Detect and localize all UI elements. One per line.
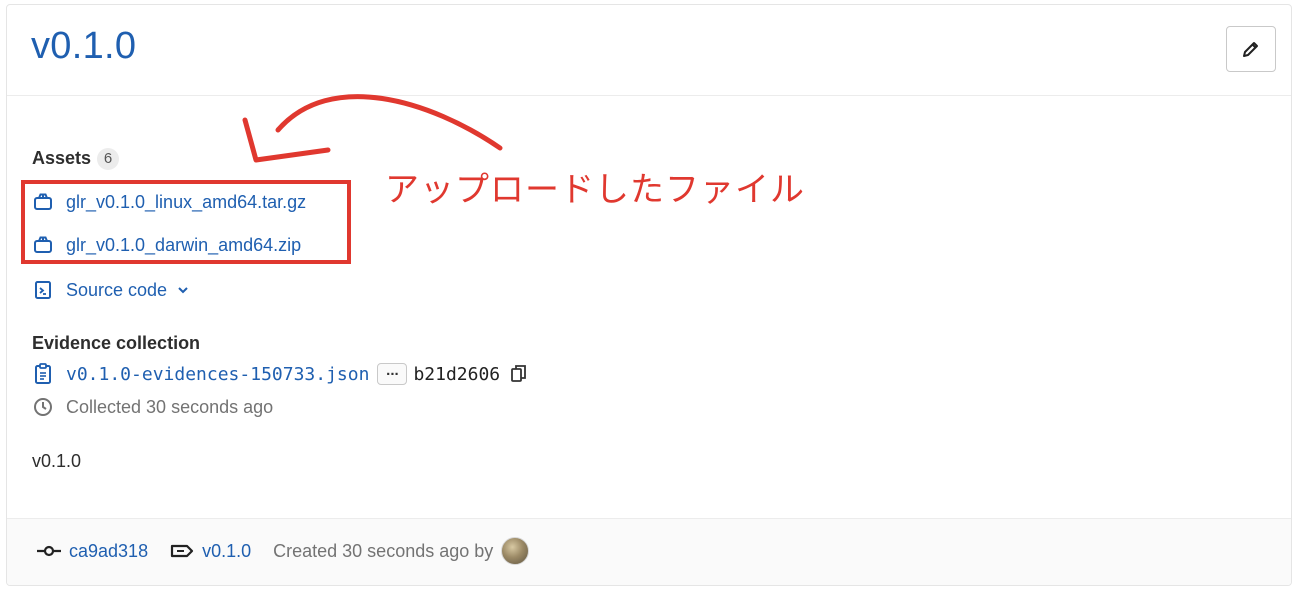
- commit-link[interactable]: ca9ad318: [69, 541, 148, 562]
- release-footer: ca9ad318 v0.1.0 Created 30 seconds ago b…: [7, 518, 1291, 585]
- assets-heading: Assets 6: [32, 148, 120, 170]
- assets-count-badge: 6: [97, 148, 120, 170]
- release-description: v0.1.0: [32, 451, 82, 471]
- release-title-link[interactable]: v0.1.0: [31, 25, 136, 68]
- copy-icon[interactable]: [510, 364, 528, 384]
- commit-icon: [37, 544, 61, 558]
- created-text: Created 30 seconds ago by: [273, 540, 494, 561]
- footer-meta: ca9ad318 v0.1.0 Created 30 seconds ago b…: [37, 537, 530, 565]
- assets-heading-label: Assets: [32, 148, 92, 168]
- chevron-down-icon: [177, 284, 189, 296]
- file-archive-icon: [32, 279, 54, 301]
- annotation-highlight-box: [21, 180, 351, 264]
- annotation-label: アップロードしたファイル: [385, 170, 805, 210]
- evidence-row: v0.1.0-evidences-150733.json ... b21d260…: [32, 361, 528, 387]
- edit-release-button[interactable]: [1226, 26, 1276, 72]
- pencil-icon: [1243, 42, 1258, 57]
- release-card: v0.1.0 Assets 6 glr_v0.1.0_linux_amd64.ta…: [6, 4, 1292, 586]
- clipboard-icon: [32, 363, 54, 385]
- avatar[interactable]: [501, 537, 530, 565]
- tag-icon: [170, 544, 194, 558]
- tag-link[interactable]: v0.1.0: [202, 541, 251, 562]
- evidence-heading: Evidence collection: [32, 333, 201, 353]
- collected-row: Collected 30 seconds ago: [32, 394, 273, 420]
- collected-text: Collected 30 seconds ago: [66, 396, 274, 417]
- source-code-dropdown[interactable]: Source code: [32, 277, 189, 303]
- expand-sha-button[interactable]: ...: [377, 363, 408, 385]
- evidence-sha: b21d2606: [413, 363, 501, 385]
- source-code-label[interactable]: Source code: [66, 280, 167, 301]
- clock-icon: [32, 396, 54, 418]
- release-header: v0.1.0: [7, 5, 1291, 96]
- evidence-file-link[interactable]: v0.1.0-evidences-150733.json: [66, 364, 369, 385]
